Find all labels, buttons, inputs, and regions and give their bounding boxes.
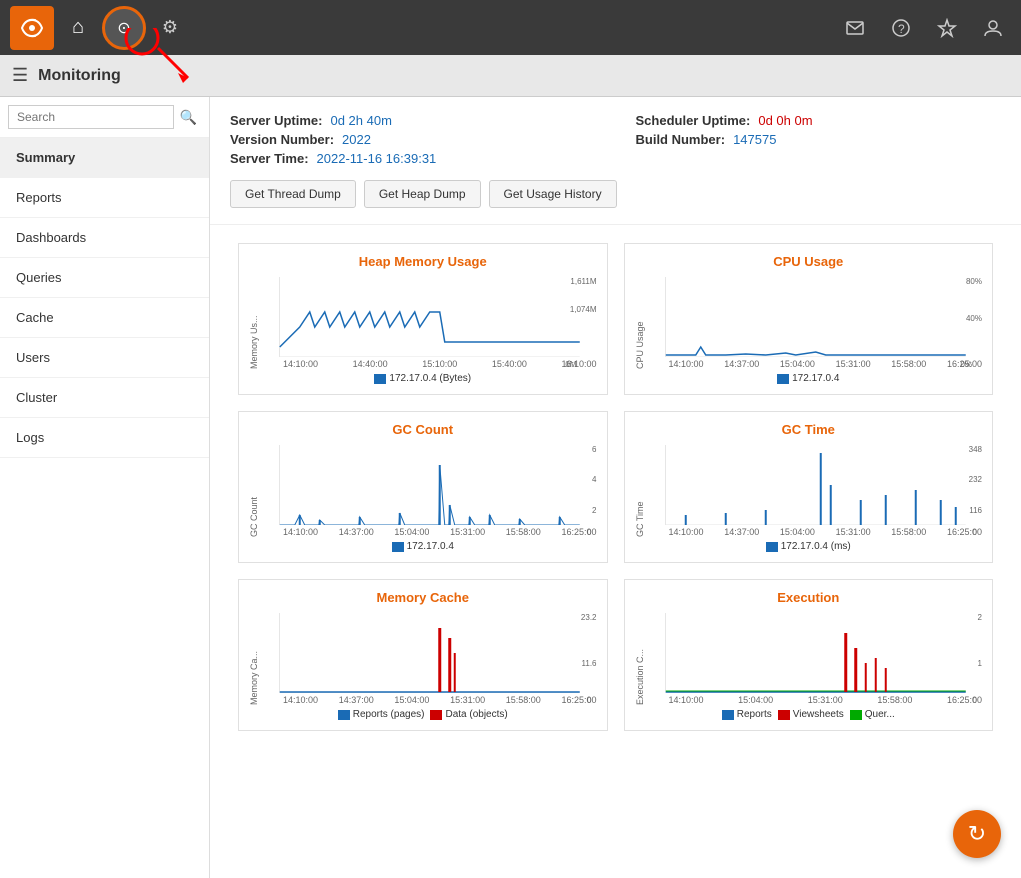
gc-count-xlabels: 14:10:00 14:37:00 15:04:00 15:31:00 15:5…: [283, 527, 597, 537]
gc-time-legend-box: [766, 542, 778, 552]
hamburger-menu[interactable]: ☰: [12, 65, 28, 86]
sidebar-item-dashboards[interactable]: Dashboards: [0, 218, 209, 258]
gc-time-legend-label: 172.17.0.4 (ms): [781, 541, 851, 552]
cpu-legend: 172.17.0.4: [635, 373, 983, 384]
cpu-title: CPU Usage: [635, 254, 983, 269]
execution-blue-legend-box: [722, 710, 734, 720]
get-usage-history-button[interactable]: Get Usage History: [489, 180, 617, 208]
sidebar-item-summary[interactable]: Summary: [0, 138, 209, 178]
gc-count-legend-label: 172.17.0.4: [407, 541, 454, 552]
cpu-ylabel: CPU Usage: [635, 277, 645, 369]
star-icon[interactable]: [929, 10, 965, 46]
memory-cache-blue-legend-label: Reports (pages): [353, 709, 425, 720]
build-label: Build Number:: [636, 132, 726, 147]
main-content: Server Uptime: 0d 2h 40m Scheduler Uptim…: [210, 97, 1021, 878]
sidebar: 🔍 Summary Reports Dashboards Queries Cac…: [0, 97, 210, 878]
sidebar-item-cluster[interactable]: Cluster: [0, 378, 209, 418]
execution-viewsheets-label: Viewsheets: [793, 709, 844, 720]
heap-legend-box: [374, 374, 386, 384]
gc-count-chart: GC Count GC Count 6 4 2 0: [238, 411, 608, 563]
sidebar-item-queries[interactable]: Queries: [0, 258, 209, 298]
sub-header: ☰ Monitoring: [0, 55, 1021, 97]
nav-right-icons: ?: [837, 10, 1011, 46]
sidebar-item-users[interactable]: Users: [0, 338, 209, 378]
brand-icon[interactable]: [10, 6, 54, 50]
execution-title: Execution: [635, 590, 983, 605]
settings-nav-icon[interactable]: ⚙: [148, 6, 192, 50]
page-title: Monitoring: [38, 67, 121, 85]
server-uptime-label: Server Uptime:: [230, 113, 322, 128]
version-value: 2022: [342, 132, 371, 147]
home-nav-icon[interactable]: ⌂: [56, 6, 100, 50]
heap-memory-ylabel: Memory Us...: [249, 277, 259, 369]
gc-count-legend-box: [392, 542, 404, 552]
gc-count-title: GC Count: [249, 422, 597, 437]
help-icon[interactable]: ?: [883, 10, 919, 46]
cpu-xlabels: 14:10:00 14:37:00 15:04:00 15:31:00 15:5…: [669, 359, 983, 369]
gc-count-legend: 172.17.0.4: [249, 541, 597, 552]
memory-cache-xlabels: 14:10:00 14:37:00 15:04:00 15:31:00 15:5…: [283, 695, 597, 705]
execution-reports-label: Reports: [737, 709, 772, 720]
memory-cache-ylabel: Memory Ca...: [249, 613, 259, 705]
gc-time-chart: GC Time GC Time 348 232 116 0: [624, 411, 994, 563]
gc-time-ylabel: GC Time: [635, 445, 645, 537]
server-uptime-row: Server Uptime: 0d 2h 40m: [230, 113, 596, 128]
get-thread-dump-button[interactable]: Get Thread Dump: [230, 180, 356, 208]
heap-legend-label: 172.17.0.4 (Bytes): [389, 373, 471, 384]
memory-cache-red-legend-box: [430, 710, 442, 720]
heap-memory-legend: 172.17.0.4 (Bytes): [249, 373, 597, 384]
heap-memory-title: Heap Memory Usage: [249, 254, 597, 269]
svg-text:?: ?: [898, 22, 905, 36]
memory-cache-legend: Reports (pages) Data (objects): [249, 709, 597, 720]
gc-time-title: GC Time: [635, 422, 983, 437]
refresh-button[interactable]: ↻: [953, 810, 1001, 858]
charts-grid: Heap Memory Usage Memory Us... 1,611M 1,…: [210, 225, 1021, 749]
memory-cache-chart: Memory Cache Memory Ca... 23.2 11.6 0: [238, 579, 608, 731]
cpu-legend-label: 172.17.0.4: [792, 373, 839, 384]
scheduler-uptime-row: Scheduler Uptime: 0d 0h 0m: [636, 113, 1002, 128]
execution-legend: Reports Viewsheets Quer...: [635, 709, 983, 720]
memory-cache-red-legend-label: Data (objects): [445, 709, 507, 720]
search-container: 🔍: [0, 97, 209, 138]
scheduler-uptime-label: Scheduler Uptime:: [636, 113, 751, 128]
version-label: Version Number:: [230, 132, 334, 147]
server-time-label: Server Time:: [230, 151, 309, 166]
execution-green-legend-box: [850, 710, 862, 720]
execution-xlabels: 14:10:00 15:04:00 15:31:00 15:58:00 16:2…: [669, 695, 983, 705]
action-buttons: Get Thread Dump Get Heap Dump Get Usage …: [230, 180, 1001, 208]
heap-memory-xlabels: 14:10:00 14:40:00 15:10:00 15:40:00 16:1…: [283, 359, 597, 369]
top-nav: ⌂ ⊙ ⚙ ?: [0, 0, 1021, 55]
messages-icon[interactable]: [837, 10, 873, 46]
memory-cache-blue-legend-box: [338, 710, 350, 720]
user-icon[interactable]: [975, 10, 1011, 46]
gc-time-legend: 172.17.0.4 (ms): [635, 541, 983, 552]
search-input[interactable]: [8, 105, 174, 129]
execution-queries-label: Quer...: [865, 709, 895, 720]
server-time-row: Server Time: 2022-11-16 16:39:31: [230, 151, 596, 166]
sidebar-item-cache[interactable]: Cache: [0, 298, 209, 338]
build-row: Build Number: 147575: [636, 132, 1002, 147]
cpu-legend-box: [777, 374, 789, 384]
sidebar-item-reports[interactable]: Reports: [0, 178, 209, 218]
scheduler-uptime-value: 0d 0h 0m: [758, 113, 812, 128]
server-time-value: 2022-11-16 16:39:31: [317, 151, 437, 166]
execution-red-legend-box: [778, 710, 790, 720]
server-info-section: Server Uptime: 0d 2h 40m Scheduler Uptim…: [210, 97, 1021, 225]
gc-time-xlabels: 14:10:00 14:37:00 15:04:00 15:31:00 15:5…: [669, 527, 983, 537]
version-row: Version Number: 2022: [230, 132, 596, 147]
heap-memory-chart: Heap Memory Usage Memory Us... 1,611M 1,…: [238, 243, 608, 395]
get-heap-dump-button[interactable]: Get Heap Dump: [364, 180, 481, 208]
main-layout: 🔍 Summary Reports Dashboards Queries Cac…: [0, 97, 1021, 878]
gc-count-ylabel: GC Count: [249, 445, 259, 537]
cpu-chart: CPU Usage CPU Usage 80% 40% 0%: [624, 243, 994, 395]
execution-ylabel: Execution C...: [635, 613, 645, 705]
monitoring-nav-icon[interactable]: ⊙: [102, 6, 146, 50]
execution-chart: Execution Execution C... 2 1 0: [624, 579, 994, 731]
build-value: 147575: [733, 132, 776, 147]
sidebar-item-logs[interactable]: Logs: [0, 418, 209, 458]
search-button[interactable]: 🔍: [176, 107, 201, 128]
server-uptime-value: 0d 2h 40m: [330, 113, 391, 128]
memory-cache-title: Memory Cache: [249, 590, 597, 605]
server-info-grid: Server Uptime: 0d 2h 40m Scheduler Uptim…: [230, 113, 1001, 166]
